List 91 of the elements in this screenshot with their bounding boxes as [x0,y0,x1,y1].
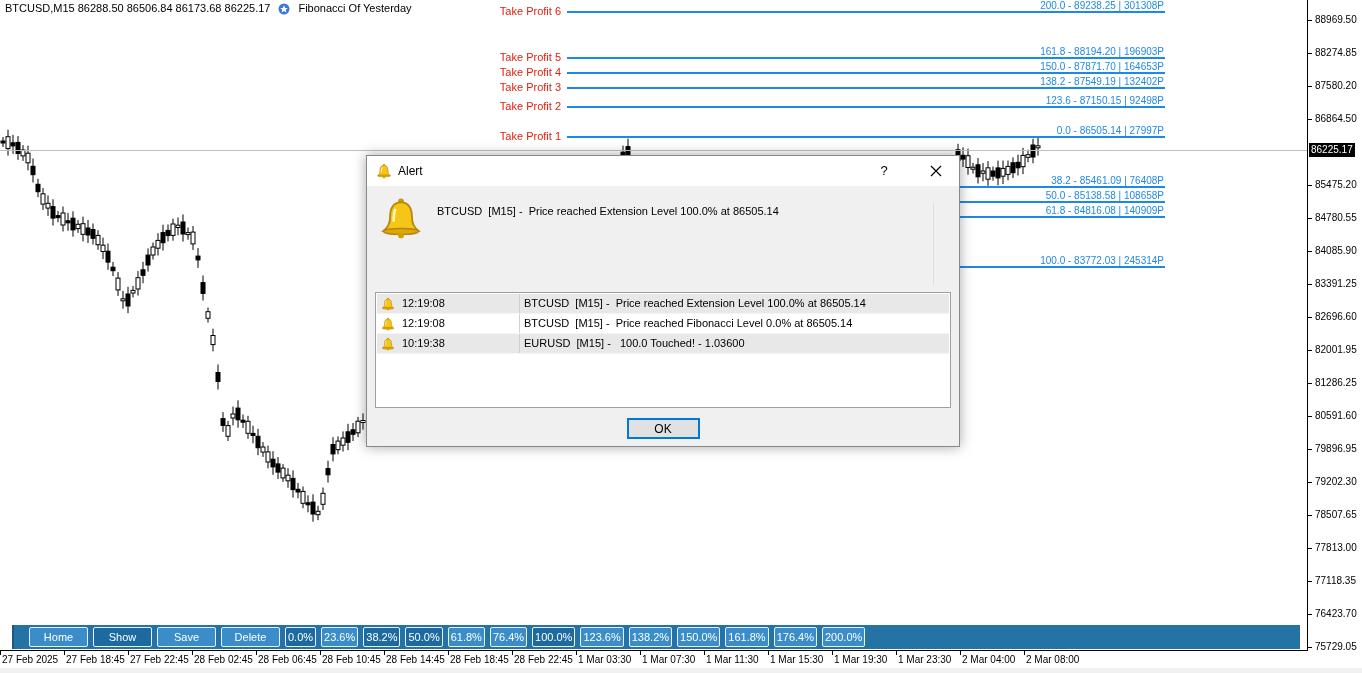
toolbar-button[interactable]: 138.2% [628,627,673,647]
ok-button[interactable]: OK [626,418,700,439]
toolbar-button[interactable]: 76.4% [489,627,528,647]
toolbar-button[interactable]: 38.2% [363,627,401,647]
price-label: 88969.50 [1315,13,1357,27]
take-profit-label: Take Profit 4 [499,66,561,79]
toolbar-button[interactable]: 161.8% [725,627,769,647]
bell-icon [381,296,395,311]
toolbar-button[interactable]: 200.0% [821,627,866,647]
time-label: 2 Mar 04:00 [961,653,1016,667]
alert-text: BTCUSD [M15] - Price reached Extension Level 100.0% at 86505.14 [523,296,866,312]
price-label: 84780.55 [1315,211,1357,225]
time-label: 1 Mar 03:30 [577,653,632,667]
time-label: 28 Feb 14:45 [385,653,445,667]
alert-history-row[interactable]: 12:19:08 BTCUSD [M15] - Price reached Extension Level 100.0% at 86505.14 [377,294,949,314]
fib-level-label: 123.6 - 87150.15 | 92498P [1045,95,1164,106]
fib-level-label: 150.0 - 87871.70 | 164653P [1040,61,1164,72]
alert-text: EURUSD [M15] - 100.0 Touched! - 1.03600 [523,336,745,352]
time-label: 27 Feb 22:45 [129,653,189,667]
time-label: 1 Mar 11:30 [705,653,759,667]
toolbar-button[interactable]: 150.0% [677,627,721,647]
toolbar-button[interactable]: Delete [221,627,280,647]
alert-time: 12:19:08 [402,316,445,332]
dialog-title: Alert [398,163,424,180]
bell-icon [379,196,423,240]
alert-history-row[interactable]: 10:19:38 EURUSD [M15] - 100.0 Touched! - 1.03600 [377,334,949,354]
alert-history-row[interactable]: 12:19:08 BTCUSD [M15] - Price reached Fibonacci Level 0.0% at 86505.14 [377,314,949,334]
time-label: 28 Feb 06:45 [257,653,317,667]
help-button[interactable]: ? [861,156,907,186]
fib-level-label: 161.8 - 88194.20 | 196903P [1040,46,1164,57]
price-label: 80591.60 [1315,409,1357,423]
alert-time: 10:19:38 [402,336,445,352]
close-icon [930,165,942,177]
bell-icon [376,163,392,179]
take-profit-label: Take Profit 2 [499,100,561,113]
alert-message: BTCUSD [M15] - Price reached Extension Level 100.0% at 86505.14 [437,204,779,219]
time-label: 28 Feb 18:45 [449,653,509,667]
fib-level-label: 50.0 - 85138.58 | 108658P [1045,190,1164,201]
toolbar-button[interactable]: 176.4% [773,627,817,647]
time-label: 28 Feb 02:45 [193,653,253,667]
fib-level-label: 138.2 - 87549.19 | 132402P [1040,76,1164,87]
price-label: 81286.25 [1315,376,1357,390]
price-label: 77813.00 [1315,541,1357,555]
price-label: 87580.20 [1315,79,1357,93]
price-label: 79896.95 [1315,442,1357,456]
time-label: 27 Feb 18:45 [65,653,125,667]
price-label: 83391.25 [1315,277,1357,291]
price-label: 78507.65 [1315,508,1357,522]
price-label: 84085.90 [1315,244,1357,258]
price-label: 79202.30 [1315,475,1357,489]
fib-level-label: 61.8 - 84816.08 | 140909P [1045,205,1164,216]
toolbar-button[interactable]: 23.6% [321,627,359,647]
current-price-tag: 86225.17 [1309,143,1355,157]
fib-level-label: 38.2 - 85461.09 | 76408P [1051,175,1164,186]
time-label: 1 Mar 07:30 [641,653,696,667]
toolbar-button[interactable]: 123.6% [580,627,624,647]
time-label: 28 Feb 22:45 [513,653,573,667]
price-label: 75729.05 [1315,640,1357,654]
toolbar-button[interactable]: Save [157,627,216,647]
take-profit-label: Take Profit 6 [499,5,561,18]
alert-text: BTCUSD [M15] - Price reached Fibonacci Level 0.0% at 86505.14 [523,316,853,332]
price-label: 82696.60 [1315,310,1357,324]
fib-level-label: 200.0 - 89238.25 | 301308P [1040,0,1164,11]
fib-level-label: 0.0 - 86505.14 | 27997P [1056,125,1164,136]
price-label: 77118.35 [1315,574,1356,588]
price-label: 88274.85 [1315,46,1357,60]
toolbar-button[interactable]: 61.8% [447,627,485,647]
time-label: 1 Mar 23:30 [897,653,952,667]
time-label: 1 Mar 19:30 [833,653,888,667]
take-profit-label: Take Profit 3 [499,81,561,94]
bell-icon [381,316,395,331]
take-profit-label: Take Profit 1 [499,130,561,143]
price-label: 76423.70 [1315,607,1357,621]
time-label: 28 Feb 10:45 [321,653,381,667]
toolbar-button[interactable]: 0.0% [285,627,317,647]
toolbar-button[interactable]: 50.0% [405,627,443,647]
time-label: 27 Feb 2025 [1,653,59,667]
time-label: 2 Mar 08:00 [1025,653,1080,667]
bell-icon [381,336,395,351]
toolbar-button[interactable]: Show [93,627,152,647]
price-label: 86864.50 [1315,112,1357,126]
symbol-info: BTCUSD,M15 86288.50 86506.84 86173.68 86225.17 [5,2,271,15]
toolbar-button[interactable]: 100.0% [532,627,576,647]
take-profit-label: Take Profit 5 [499,51,561,64]
price-label: 82001.95 [1315,343,1357,357]
indicator-name: Fibonacci Of Yesterday [298,2,412,15]
toolbar-button[interactable]: Home [29,627,88,647]
alert-time: 12:19:08 [402,296,445,312]
time-label: 1 Mar 15:30 [769,653,824,667]
price-label: 85475.20 [1315,178,1357,192]
fib-level-label: 100.0 - 83772.03 | 245314P [1040,255,1164,266]
